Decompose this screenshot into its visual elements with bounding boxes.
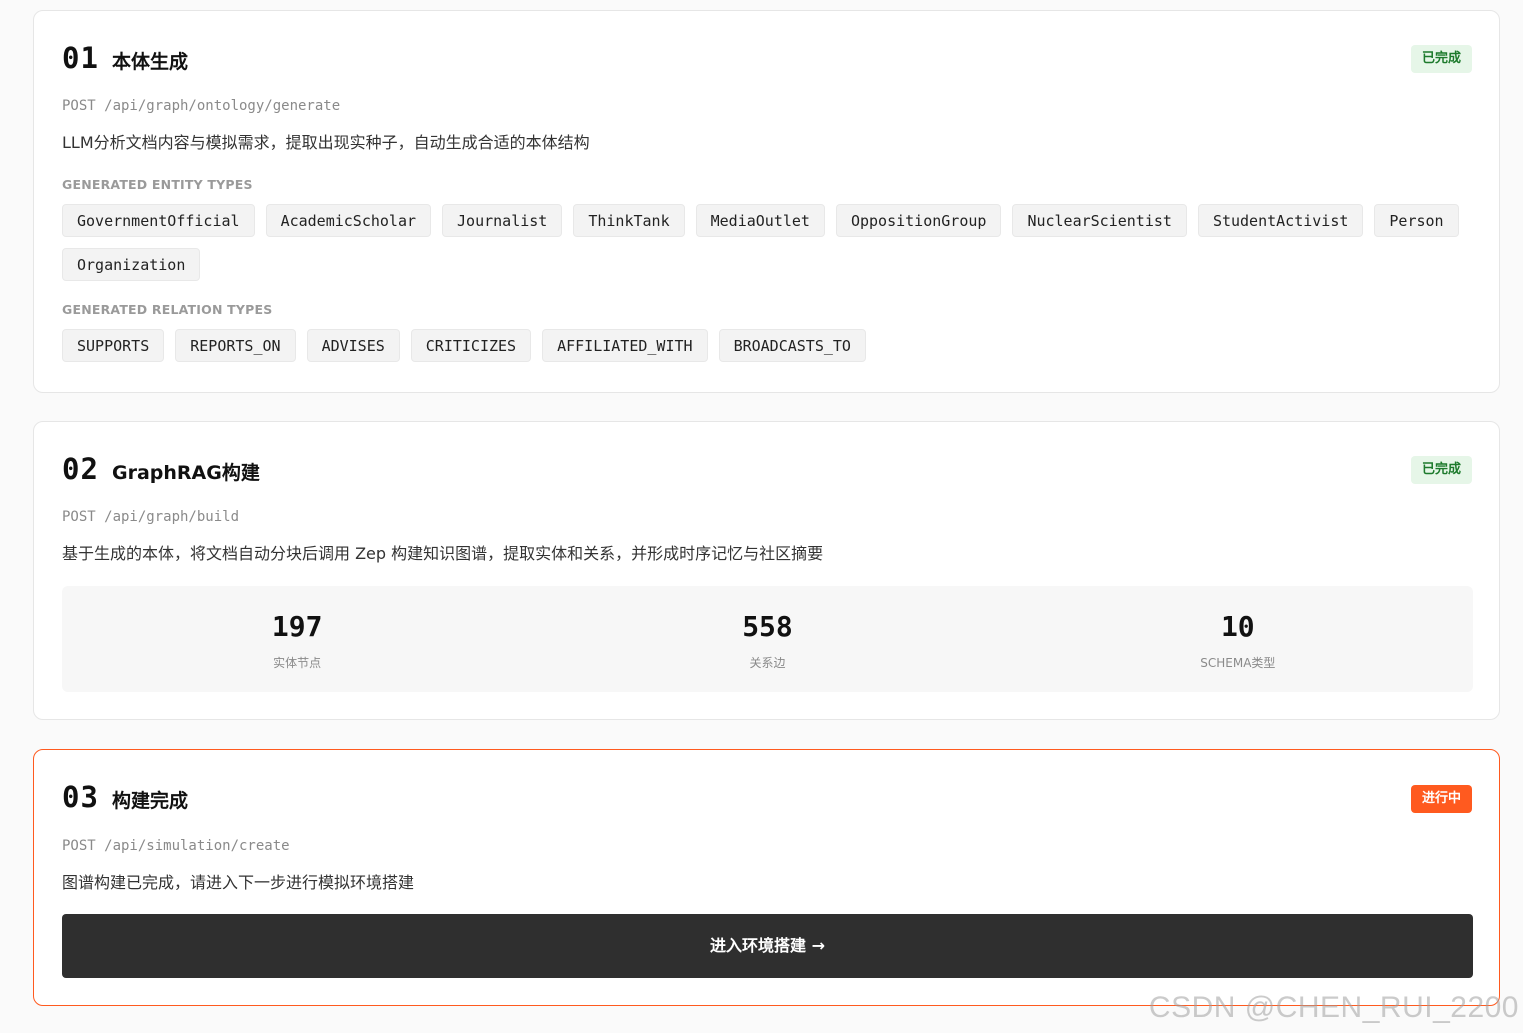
step-number: 01 — [62, 41, 99, 75]
api-endpoint: POST /api/graph/ontology/generate — [62, 98, 341, 114]
step-description: 图谱构建已完成，请进入下一步进行模拟环境搭建 — [62, 873, 415, 892]
entity-type-tag: MediaOutlet — [695, 204, 825, 237]
stat-schema-types: 10 SCHEMA类型 — [1003, 586, 1473, 692]
entity-type-tag: Journalist — [442, 204, 563, 237]
entity-type-tag: OppositionGroup — [835, 204, 1002, 237]
stat-entity-nodes: 197 实体节点 — [62, 586, 532, 692]
stat-label: 实体节点 — [273, 656, 322, 670]
entity-types-list: GovernmentOfficial AcademicScholar Journ… — [62, 204, 1482, 281]
step-title: GraphRAG构建 — [112, 462, 260, 484]
stat-value: 10 — [1220, 610, 1255, 643]
stat-value: 197 — [271, 610, 323, 643]
entity-type-tag: Person — [1374, 204, 1459, 237]
step-description: 基于生成的本体，将文档自动分块后调用 Zep 构建知识图谱，提取实体和关系，并形… — [62, 544, 824, 563]
entity-types-label: GENERATED ENTITY TYPES — [62, 177, 253, 192]
relation-type-tag: CRITICIZES — [410, 329, 532, 362]
relation-type-tag: AFFILIATED_WITH — [542, 329, 708, 362]
status-badge: 已完成 — [1410, 45, 1472, 73]
relation-type-tag: SUPPORTS — [62, 329, 165, 362]
step-title: 本体生成 — [112, 51, 189, 73]
stat-label: 关系边 — [749, 656, 786, 670]
entity-type-tag: NuclearScientist — [1012, 204, 1187, 237]
status-badge: 已完成 — [1410, 456, 1472, 484]
relation-type-tag: BROADCASTS_TO — [718, 329, 866, 362]
relation-type-tag: REPORTS_ON — [175, 329, 296, 362]
entity-type-tag: GovernmentOfficial — [62, 204, 255, 237]
relation-type-tag: ADVISES — [306, 329, 400, 362]
entity-type-tag: StudentActivist — [1197, 204, 1364, 237]
step-number: 02 — [62, 452, 99, 486]
graph-stats-panel: 197 实体节点 558 关系边 10 SCHEMA类型 — [62, 586, 1473, 692]
entity-type-tag: Organization — [62, 248, 201, 281]
enter-environment-setup-button[interactable]: 进入环境搭建 → — [62, 914, 1473, 978]
entity-type-tag: AcademicScholar — [265, 204, 432, 237]
api-endpoint: POST /api/simulation/create — [62, 838, 290, 854]
entity-type-tag: ThinkTank — [573, 204, 685, 237]
step-card-complete: 03 构建完成 进行中 POST /api/simulation/create … — [33, 749, 1500, 1006]
step-card-ontology: 01 本体生成 已完成 POST /api/graph/ontology/gen… — [33, 10, 1500, 393]
stat-relation-edges: 558 关系边 — [532, 586, 1002, 692]
page: 01 本体生成 已完成 POST /api/graph/ontology/gen… — [0, 0, 1523, 1033]
status-badge: 进行中 — [1410, 785, 1472, 813]
stat-value: 558 — [742, 610, 793, 643]
stat-label: SCHEMA类型 — [1200, 656, 1276, 670]
relation-types-list: SUPPORTS REPORTS_ON ADVISES CRITICIZES A… — [62, 329, 1482, 362]
relation-types-label: GENERATED RELATION TYPES — [62, 302, 273, 317]
api-endpoint: POST /api/graph/build — [62, 509, 240, 525]
watermark: CSDN @CHEN_RUI_2200 — [1148, 991, 1519, 1024]
step-card-graphrag: 02 GraphRAG构建 已完成 POST /api/graph/build … — [33, 421, 1500, 720]
step-description: LLM分析文档内容与模拟需求，提取出现实种子，自动生成合适的本体结构 — [62, 133, 590, 152]
step-title: 构建完成 — [112, 790, 189, 812]
step-number: 03 — [62, 780, 99, 814]
